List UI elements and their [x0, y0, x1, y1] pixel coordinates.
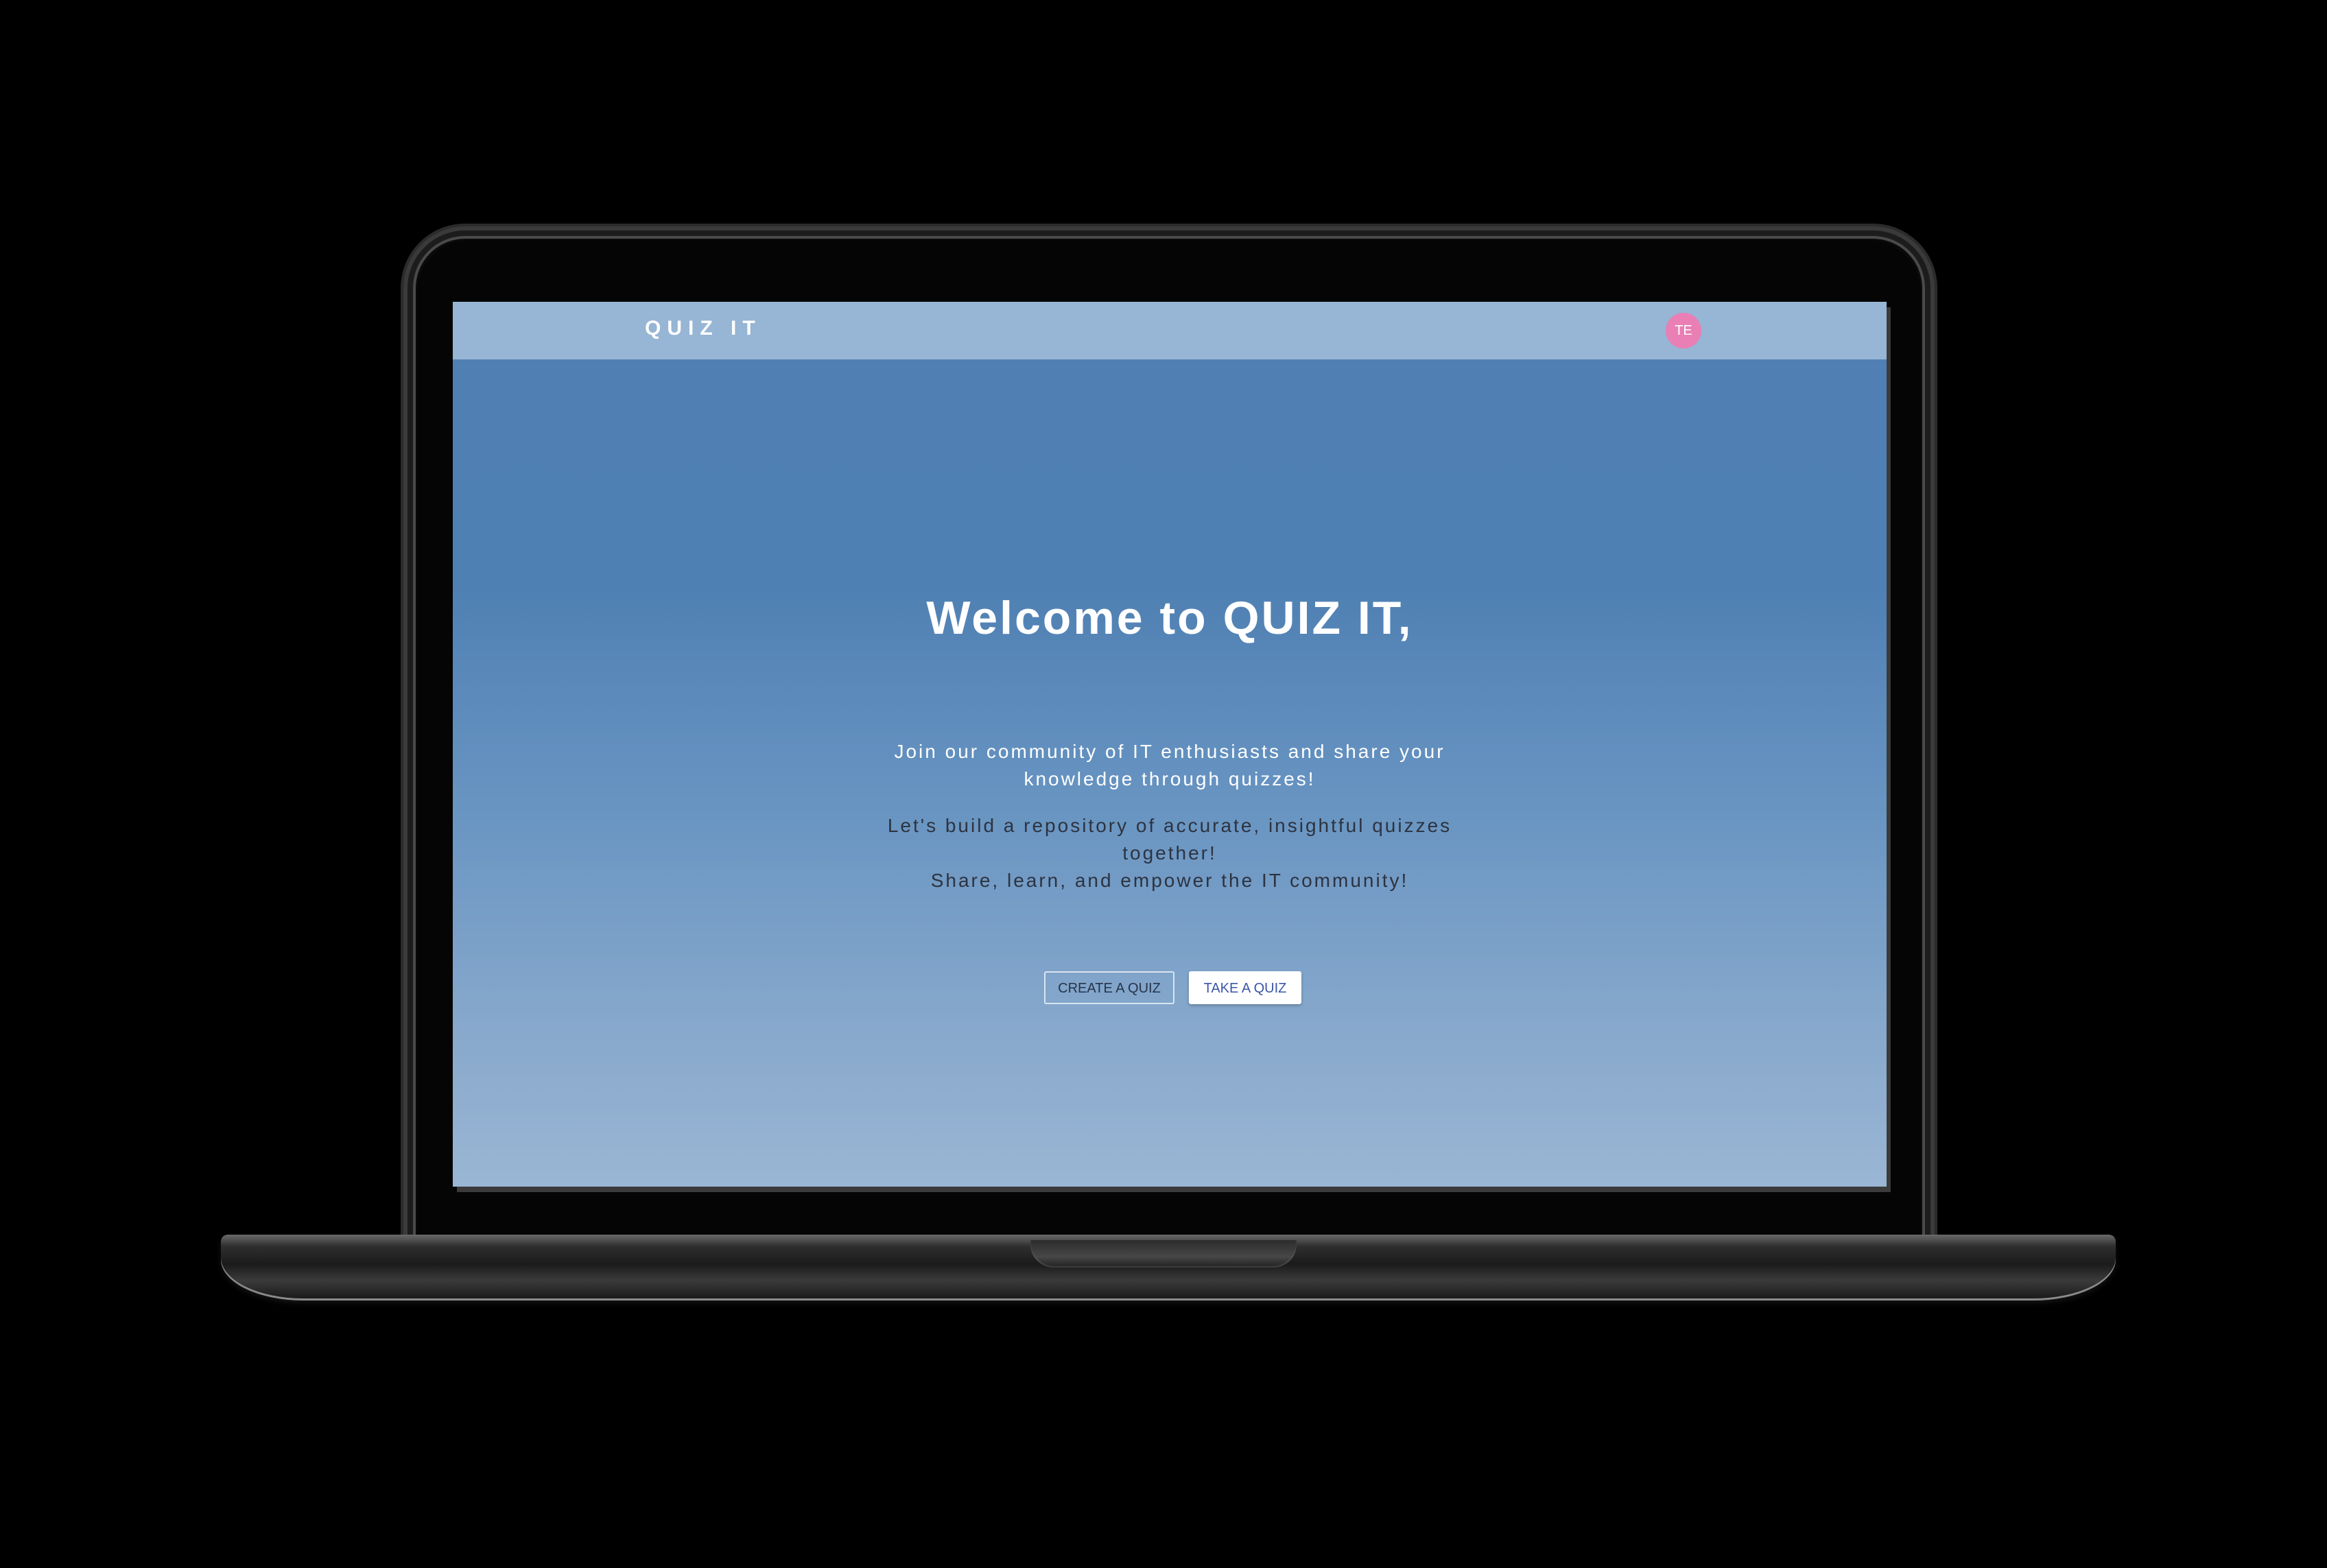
hero-title: Welcome to QUIZ IT, [926, 592, 1413, 644]
laptop-mockup: QUIZ IT TE Welcome to QUIZ IT, Join our … [0, 0, 2327, 1568]
create-quiz-button[interactable]: CREATE A QUIZ [1044, 971, 1174, 1004]
laptop-hinge-notch [1030, 1240, 1297, 1268]
brand-logo[interactable]: QUIZ IT [645, 317, 761, 340]
hero-intro-text: Join our community of IT enthusiasts and… [894, 741, 1445, 789]
top-navbar: QUIZ IT TE [453, 302, 1887, 359]
user-avatar[interactable]: TE [1666, 313, 1701, 348]
take-quiz-button[interactable]: TAKE A QUIZ [1189, 971, 1301, 1004]
hero-tagline: Let's build a repository of accurate, in… [864, 812, 1475, 894]
hero-tagline-line-1: Let's build a repository of accurate, in… [887, 815, 1452, 864]
hero-tagline-line-2: Share, learn, and empower the IT communi… [930, 870, 1409, 891]
app-screen: QUIZ IT TE Welcome to QUIZ IT, Join our … [453, 302, 1887, 1187]
